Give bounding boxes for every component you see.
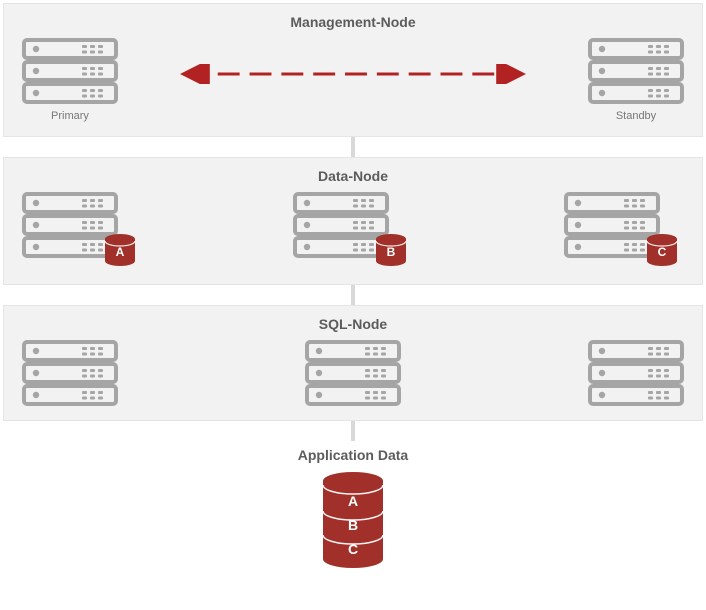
sql-section: SQL-Node: [3, 305, 703, 421]
server-icon: [22, 38, 118, 104]
primary-label: Primary: [51, 110, 89, 122]
management-title: Management-Node: [22, 14, 684, 30]
database-icon: A B C: [318, 471, 388, 571]
connector: [351, 137, 355, 157]
standby-label: Standby: [616, 110, 656, 122]
primary-node: Primary: [22, 38, 118, 122]
management-section: Management-Node Primary Standby: [3, 3, 703, 137]
server-icon: B: [293, 192, 413, 270]
application-title: Application Data: [3, 447, 703, 463]
db-badge-c: C: [658, 245, 667, 259]
application-data: A B C: [3, 471, 703, 571]
data-section: Data-Node A B: [3, 157, 703, 285]
data-title: Data-Node: [22, 168, 684, 184]
db-badge-b: B: [387, 245, 396, 259]
db-layer-a: A: [348, 493, 358, 509]
server-icon: C: [564, 192, 684, 270]
connector: [351, 285, 355, 305]
server-icon: [588, 340, 684, 406]
db-layer-c: C: [348, 541, 358, 557]
connector: [351, 421, 355, 441]
server-icon: A: [22, 192, 142, 270]
server-icon: [305, 340, 401, 406]
sql-title: SQL-Node: [22, 316, 684, 332]
data-node-a: A: [22, 192, 142, 270]
standby-node: Standby: [588, 38, 684, 122]
sql-node-2: [305, 340, 401, 406]
db-badge-a: A: [116, 245, 125, 259]
server-icon: [22, 340, 118, 406]
data-node-b: B: [293, 192, 413, 270]
server-icon: [588, 38, 684, 104]
data-node-c: C: [564, 192, 684, 270]
sql-node-3: [588, 340, 684, 406]
sql-node-1: [22, 340, 118, 406]
db-layer-b: B: [348, 517, 358, 533]
